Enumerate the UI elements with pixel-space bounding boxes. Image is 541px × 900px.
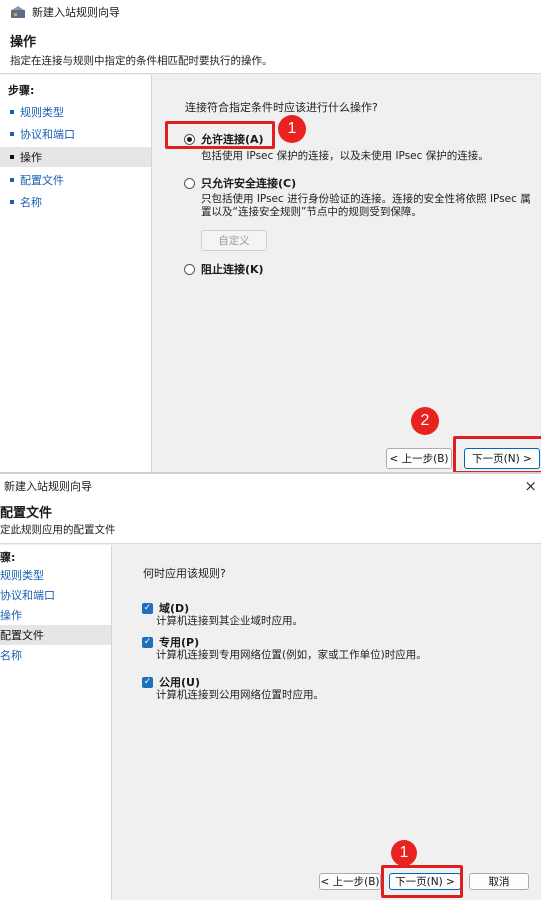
step-rule-type[interactable]: 规则类型 <box>0 102 151 122</box>
firewall-app-icon <box>11 6 25 18</box>
window-title: 新建入站规则向导 <box>32 6 120 19</box>
page-title: 配置文件 <box>0 506 53 521</box>
bullet-icon <box>10 132 14 136</box>
domain-checkbox[interactable]: ✓ 域(D) <box>142 600 189 616</box>
step-rule-type[interactable]: 规则类型 <box>0 565 111 585</box>
radio-icon <box>184 263 195 275</box>
bullet-icon <box>10 155 14 159</box>
back-button[interactable]: < 上一步(B) <box>386 448 452 469</box>
page-subtitle: 指定在连接与规则中指定的条件相匹配时要执行的操作。 <box>10 55 273 67</box>
step-badge-1: 1 <box>278 115 306 143</box>
allow-connection-desc: 包括使用 IPsec 保护的连接，以及未使用 IPsec 保护的连接。 <box>201 150 489 162</box>
private-desc: 计算机连接到专用网络位置(例如，家或工作单位)时应用。 <box>156 649 427 661</box>
step-protocol-ports[interactable]: 协议和端口 <box>0 585 111 605</box>
wizard-window-action: 新建入站规则向导 操作 指定在连接与规则中指定的条件相匹配时要执行的操作。 步骤… <box>0 0 541 474</box>
bullet-icon <box>10 178 14 182</box>
page-subtitle: 定此规则应用的配置文件 <box>0 524 116 536</box>
title-bar: 新建入站规则向导 <box>0 0 541 24</box>
private-checkbox[interactable]: ✓ 专用(P) <box>142 634 199 650</box>
steps-title: 骤: <box>0 551 16 564</box>
cancel-button[interactable]: 取消 <box>469 873 529 890</box>
step-badge-1: 1 <box>391 840 417 866</box>
step-name[interactable]: 名称 <box>0 645 111 665</box>
checkmark-icon: ✓ <box>142 676 153 688</box>
step-profile[interactable]: 配置文件 <box>0 625 111 645</box>
secure-connection-desc-line1: 只包括使用 IPsec 进行身份验证的连接。连接的安全性将依照 IPsec 属 <box>201 193 531 205</box>
secure-connection-desc-line2: 置以及“连接安全规则”节点中的规则受到保障。 <box>201 206 422 218</box>
profile-question: 何时应用该规则? <box>143 567 226 580</box>
back-button[interactable]: < 上一步(B) <box>319 873 381 890</box>
checkmark-icon: ✓ <box>142 636 153 648</box>
wizard-header: 操作 指定在连接与规则中指定的条件相匹配时要执行的操作。 <box>0 24 541 74</box>
step-badge-2: 2 <box>411 407 439 435</box>
radio-icon <box>184 177 195 189</box>
title-bar: 新建入站规则向导 × <box>0 474 541 498</box>
step-profile[interactable]: 配置文件 <box>0 170 151 190</box>
steps-pane: 骤: 规则类型 协议和端口 操作 配置文件 名称 <box>0 545 112 900</box>
bullet-icon <box>10 200 14 204</box>
secure-connection-radio[interactable]: 只允许安全连接(C) <box>184 175 296 191</box>
wizard-window-profile: 新建入站规则向导 × 配置文件 定此规则应用的配置文件 骤: 规则类型 协议和端… <box>0 474 541 900</box>
customize-button[interactable]: 自定义 <box>201 230 267 251</box>
step-action[interactable]: 操作 <box>0 605 111 625</box>
wizard-header: 配置文件 定此规则应用的配置文件 <box>0 498 541 544</box>
window-title: 新建入站规则向导 <box>4 480 92 493</box>
block-connection-radio[interactable]: 阻止连接(K) <box>184 261 264 277</box>
step-protocol-ports[interactable]: 协议和端口 <box>0 124 151 144</box>
action-question: 连接符合指定条件时应该进行什么操作? <box>185 101 378 114</box>
close-icon[interactable]: × <box>524 477 537 495</box>
checkmark-icon: ✓ <box>142 602 153 614</box>
highlight-allow-connection <box>165 121 275 149</box>
domain-desc: 计算机连接到其企业域时应用。 <box>156 615 303 627</box>
steps-title: 步骤: <box>8 84 35 97</box>
bullet-icon <box>10 110 14 114</box>
steps-pane: 步骤: 规则类型 协议和端口 操作 配置文件 名称 <box>0 75 152 474</box>
highlight-next-button <box>453 436 541 474</box>
public-checkbox[interactable]: ✓ 公用(U) <box>142 674 200 690</box>
highlight-next-button <box>381 865 463 898</box>
content-pane: 何时应用该规则? ✓ 域(D) 计算机连接到其企业域时应用。 ✓ 专用(P) 计… <box>113 545 541 900</box>
page-title: 操作 <box>10 35 37 50</box>
step-action[interactable]: 操作 <box>0 147 151 167</box>
public-desc: 计算机连接到公用网络位置时应用。 <box>156 689 324 701</box>
step-name[interactable]: 名称 <box>0 192 151 212</box>
